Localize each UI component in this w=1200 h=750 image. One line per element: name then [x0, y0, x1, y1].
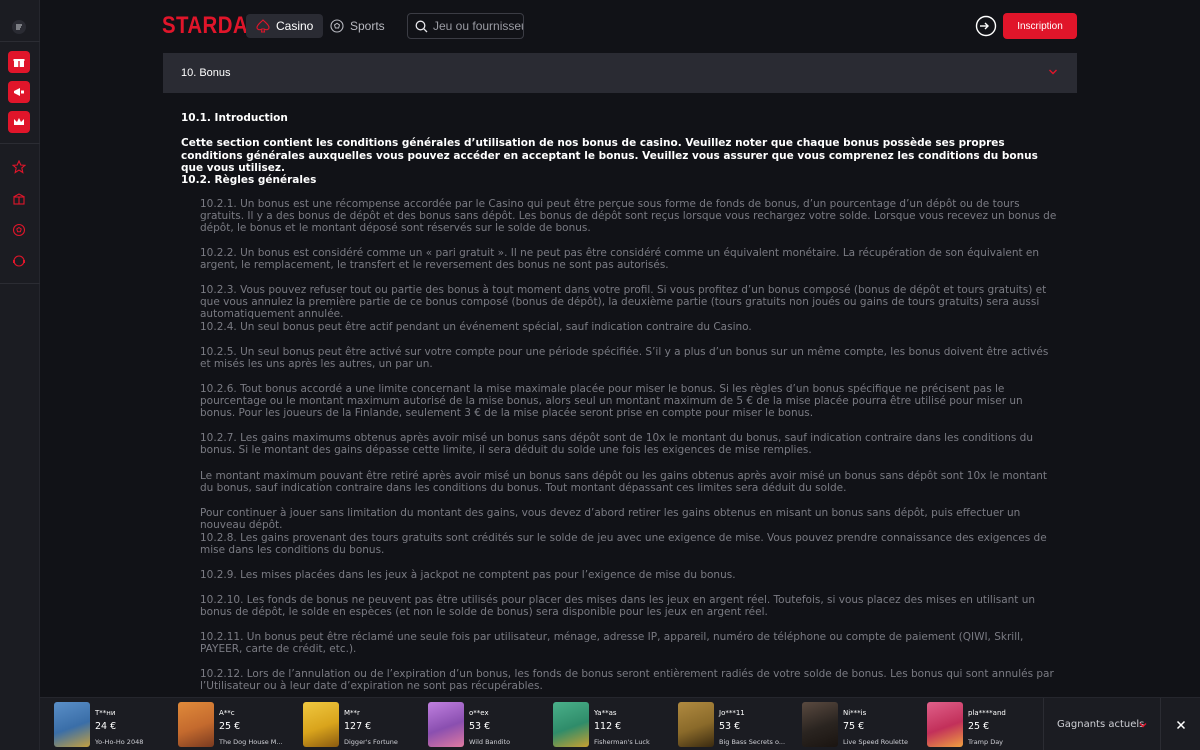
- winner-game[interactable]: The Dog House M...: [219, 738, 283, 746]
- winner-card[interactable]: M**r 127 € Digger's Fortune: [303, 702, 427, 747]
- winner-amount: 24 €: [95, 721, 117, 732]
- close-icon[interactable]: [1160, 698, 1200, 750]
- rule-paragraph: 10.2.1. Un bonus est une récompense acco…: [200, 198, 1057, 235]
- game-thumbnail[interactable]: [927, 702, 963, 747]
- chevron-down-icon: [1049, 69, 1057, 75]
- crown-icon[interactable]: [8, 111, 30, 133]
- logo[interactable]: STARDA: [162, 12, 248, 40]
- search-icon: [415, 20, 428, 32]
- game-thumbnail[interactable]: [678, 702, 714, 747]
- winner-amount: 75 €: [843, 721, 865, 732]
- tab-sports[interactable]: Sports: [320, 14, 395, 38]
- winner-game[interactable]: Big Bass Secrets o...: [719, 738, 785, 746]
- soccer-ball-icon: [330, 19, 344, 33]
- game-thumbnail[interactable]: [428, 702, 464, 747]
- inscription-button[interactable]: Inscription: [1003, 13, 1077, 39]
- rule-paragraph: 10.2.2. Un bonus est considéré comme un …: [200, 247, 1040, 272]
- rule-paragraph: 10.2.9. Les mises placées dans les jeux …: [200, 569, 736, 581]
- rule-paragraph: Pour continuer à jouer sans limitation d…: [200, 507, 1021, 532]
- winners-label: Gagnants actuels: [1057, 719, 1145, 730]
- game-thumbnail[interactable]: [802, 702, 838, 747]
- winner-name: o**ex: [469, 709, 489, 717]
- winner-amount: 53 €: [719, 721, 741, 732]
- intro-text: Cette section contient les conditions gé…: [181, 137, 1038, 174]
- winner-card[interactable]: Ni***is 75 € Live Speed Roulette: [802, 702, 926, 747]
- game-thumbnail[interactable]: [54, 702, 90, 747]
- menu-icon[interactable]: [8, 16, 30, 38]
- winner-amount: 53 €: [469, 721, 491, 732]
- top-header: STARDA Casino Sports Inscription: [40, 0, 1200, 52]
- winner-amount: 25 €: [219, 721, 241, 732]
- search-input[interactable]: [433, 19, 523, 33]
- star-icon[interactable]: [8, 156, 30, 178]
- gift-icon[interactable]: [8, 51, 30, 73]
- login-icon[interactable]: [975, 15, 997, 37]
- winner-game[interactable]: Wild Bandito: [469, 738, 510, 746]
- winner-card[interactable]: o**ex 53 € Wild Bandito: [428, 702, 552, 747]
- winners-dropdown[interactable]: Gagnants actuels: [1043, 698, 1160, 750]
- winner-card[interactable]: Jo***11 53 € Big Bass Secrets o...: [678, 702, 802, 747]
- search-box[interactable]: [407, 13, 524, 39]
- tab-casino-label: Casino: [276, 19, 314, 33]
- rule-paragraph: 10.2.8. Les gains provenant des tours gr…: [200, 532, 1047, 557]
- rule-paragraph: 10.2.6. Tout bonus accordé a une limite …: [200, 383, 1023, 420]
- winner-name: Jo***11: [719, 709, 745, 717]
- game-thumbnail[interactable]: [303, 702, 339, 747]
- winner-card[interactable]: T**ни 24 € Yo-Ho-Ho 2048: [54, 702, 178, 747]
- winner-game[interactable]: Digger's Fortune: [344, 738, 398, 746]
- rule-paragraph: 10.2.5. Un seul bonus peut être activé s…: [200, 346, 1049, 371]
- winner-card[interactable]: A**c 25 € The Dog House M...: [178, 702, 302, 747]
- winner-card[interactable]: pla****and 25 € Tramp Day: [927, 702, 1051, 747]
- game-thumbnail[interactable]: [553, 702, 589, 747]
- chevron-down-icon: [1139, 723, 1147, 728]
- winner-name: A**c: [219, 709, 235, 717]
- box-icon[interactable]: [8, 188, 30, 210]
- rule-paragraph: 10.2.4. Un seul bonus peut être actif pe…: [200, 321, 752, 333]
- winner-game[interactable]: Fisherman's Luck: [594, 738, 650, 746]
- rule-paragraph: 10.2.11. Un bonus peut être réclamé une …: [200, 631, 1024, 656]
- tab-casino[interactable]: Casino: [246, 14, 324, 38]
- rule-paragraph: 10.2.7. Les gains maximums obtenus après…: [200, 432, 1033, 457]
- section-title: 10. Bonus: [181, 67, 231, 79]
- winner-card[interactable]: Ya**as 112 € Fisherman's Luck: [553, 702, 677, 747]
- winner-amount: 112 €: [594, 721, 622, 732]
- winner-name: Ya**as: [594, 709, 617, 717]
- winner-amount: 127 €: [344, 721, 372, 732]
- megaphone-icon[interactable]: [8, 81, 30, 103]
- winner-name: pla****and: [968, 709, 1006, 717]
- tab-sports-label: Sports: [350, 19, 385, 33]
- winner-game[interactable]: Live Speed Roulette: [843, 738, 908, 746]
- winners-bar: T**ни 24 € Yo-Ho-Ho 2048 A**c 25 € The D…: [40, 697, 1200, 750]
- game-thumbnail[interactable]: [178, 702, 214, 747]
- section-accordion[interactable]: 10. Bonus: [163, 53, 1077, 93]
- winner-name: Ni***is: [843, 709, 867, 717]
- spade-icon: [256, 19, 270, 33]
- rule-paragraph: 10.2.3. Vous pouvez refuser tout ou part…: [200, 284, 1047, 321]
- rule-paragraph: Le montant maximum pouvant être retiré a…: [200, 470, 1048, 495]
- winner-game[interactable]: Tramp Day: [968, 738, 1003, 746]
- heading-introduction: 10.1. Introduction: [181, 112, 288, 124]
- heading-general-rules: 10.2. Règles générales: [181, 174, 317, 186]
- sidebar-rail: [0, 0, 40, 750]
- support-icon[interactable]: [8, 250, 30, 272]
- winner-name: M**r: [344, 709, 360, 717]
- rule-paragraph: 10.2.10. Les fonds de bonus ne peuvent p…: [200, 594, 1036, 619]
- rule-paragraph: 10.2.12. Lors de l’annulation ou de l’ex…: [200, 668, 1054, 693]
- winner-game[interactable]: Yo-Ho-Ho 2048: [95, 738, 143, 746]
- winner-name: T**ни: [95, 709, 116, 717]
- ball-icon[interactable]: [8, 219, 30, 241]
- winner-amount: 25 €: [968, 721, 990, 732]
